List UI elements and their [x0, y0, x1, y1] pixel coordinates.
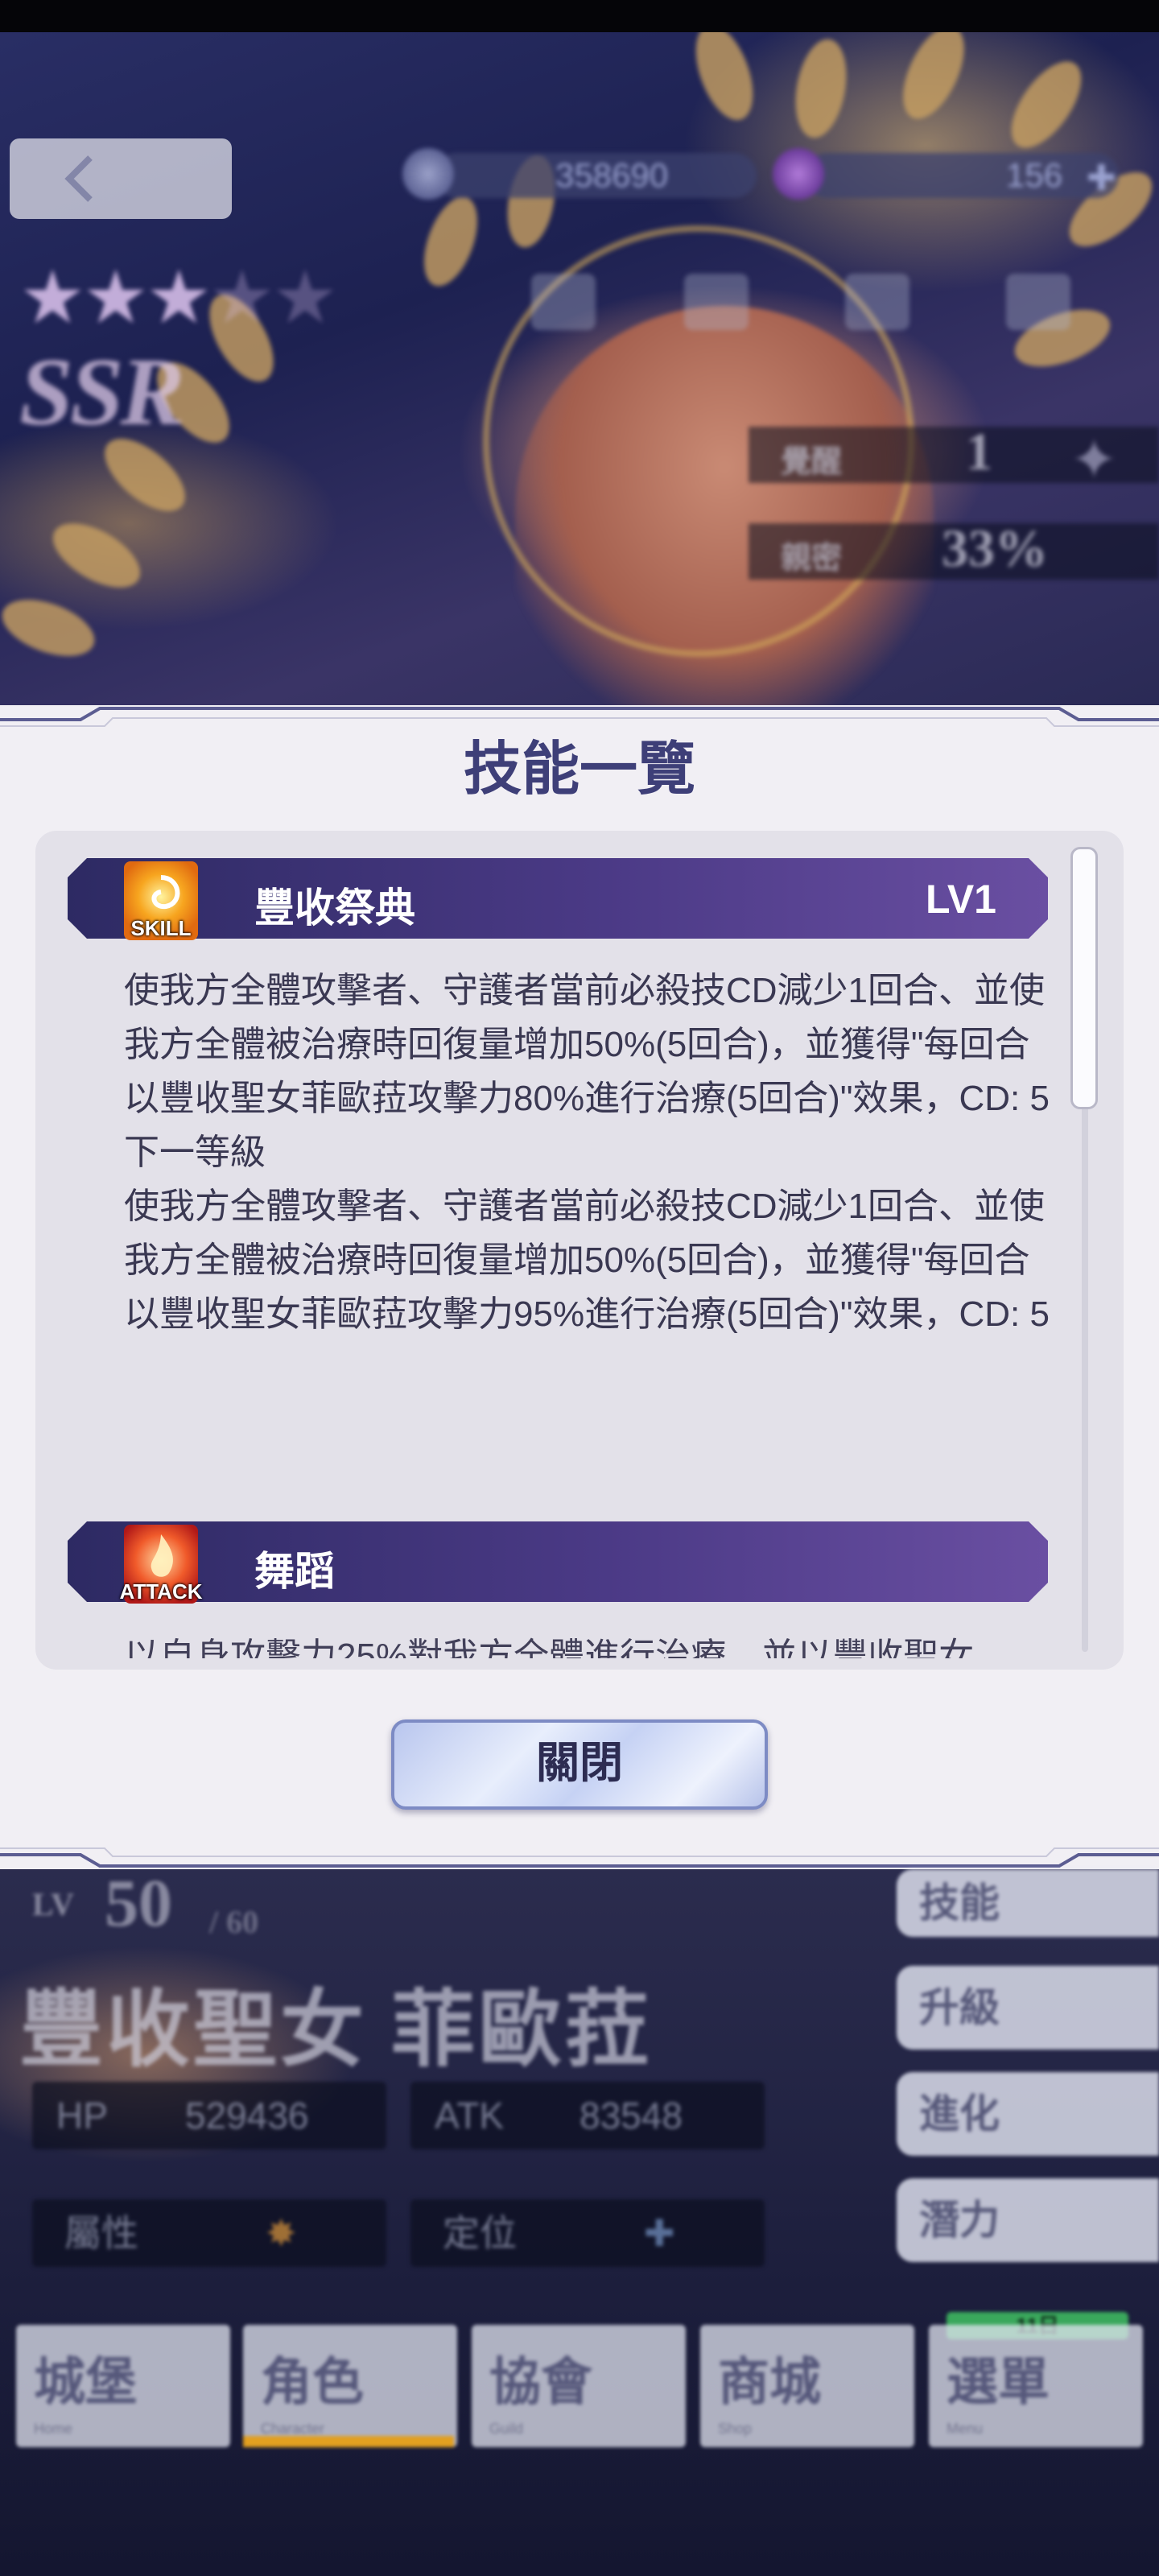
add-currency-icon[interactable]: ✚: [1087, 158, 1116, 199]
level-up-button[interactable]: 升級: [897, 1966, 1159, 2050]
skill-current-effect: 使我方全體攻擊者、守護者當前必殺技CD減少1回合、並使我方全體被治療時回復量增加…: [124, 971, 1050, 1118]
evolve-button[interactable]: 進化: [897, 2072, 1159, 2156]
skill-description-partial: 以自身攻擊力25%對我方全體進行治療，並以豐收聖女: [124, 1637, 975, 1658]
favorite-heart-icon[interactable]: [845, 274, 909, 330]
currency-2-pill: 156: [805, 153, 1119, 198]
coin-icon: [402, 148, 454, 200]
close-button[interactable]: 關閉: [391, 1719, 768, 1810]
side-row-affinity: 親密 33%: [749, 519, 1159, 580]
skill-name: 豐收祭典: [254, 886, 415, 931]
dialog-bottom-frame: [0, 1847, 1159, 1868]
side-row-awaken: 覺醒 1 ✦: [749, 423, 1159, 491]
star-emblem-icon: ✦: [1070, 428, 1118, 491]
rarity-label: SSR: [19, 338, 185, 445]
dialog-title: 技能一覽: [463, 737, 695, 802]
currency-2-value: 156: [1006, 156, 1063, 194]
nav-shop-button[interactable]: 商城 Shop: [700, 2325, 914, 2447]
currency-1-pill: 358690: [435, 153, 757, 198]
status-bar: [0, 0, 1159, 32]
scrollbar-thumb[interactable]: [1070, 847, 1098, 1109]
next-level-label: 下一等級: [124, 1133, 266, 1172]
rarity-stars: ★★★★★: [19, 257, 338, 339]
nav-character-button[interactable]: 角色 Character: [243, 2325, 457, 2447]
skill-header-2[interactable]: [68, 1521, 1048, 1602]
skill-next-effect: 使我方全體攻擊者、守護者當前必殺技CD減少1回合、並使我方全體被治療時回復量增加…: [124, 1187, 1050, 1334]
skill-badge-label: SKILL: [130, 916, 192, 940]
skill-header-1[interactable]: [68, 858, 1048, 939]
profile-card-icon[interactable]: [531, 274, 596, 330]
skill-name: 舞蹈: [254, 1549, 335, 1594]
background-scene: 358690 156 ✚ ★★★★★ SSR 覺醒 1 ✦ 親密 33%: [0, 0, 1159, 708]
back-button[interactable]: [10, 138, 232, 219]
skills-tab-button[interactable]: 技能: [897, 1869, 1159, 1937]
currency-1-value: 358690: [555, 156, 669, 194]
view-eye-icon[interactable]: [1006, 274, 1070, 330]
voice-icon[interactable]: [684, 274, 749, 330]
skill-description: 使我方全體攻擊者、守護者當前必殺技CD減少1回合、並使我方全體被治療時回復量增加…: [124, 964, 1050, 1341]
back-arrow-icon: [64, 155, 93, 202]
nav-active-indicator: [243, 2436, 454, 2447]
gem-icon: [773, 148, 824, 200]
attack-badge-label: ATTACK: [119, 1579, 203, 1604]
nav-castle-button[interactable]: 城堡 Home: [16, 2325, 230, 2447]
nav-guild-button[interactable]: 協會 Guild: [472, 2325, 686, 2447]
nav-menu-button[interactable]: 選單 Menu: [929, 2325, 1143, 2447]
right-menu: 技能 升級 進化 潛力 11日 城堡Home 角色Character 協會Gui…: [0, 1869, 1159, 2576]
skill-level: LV1: [926, 877, 996, 922]
potential-button[interactable]: 潛力: [897, 2178, 1159, 2262]
